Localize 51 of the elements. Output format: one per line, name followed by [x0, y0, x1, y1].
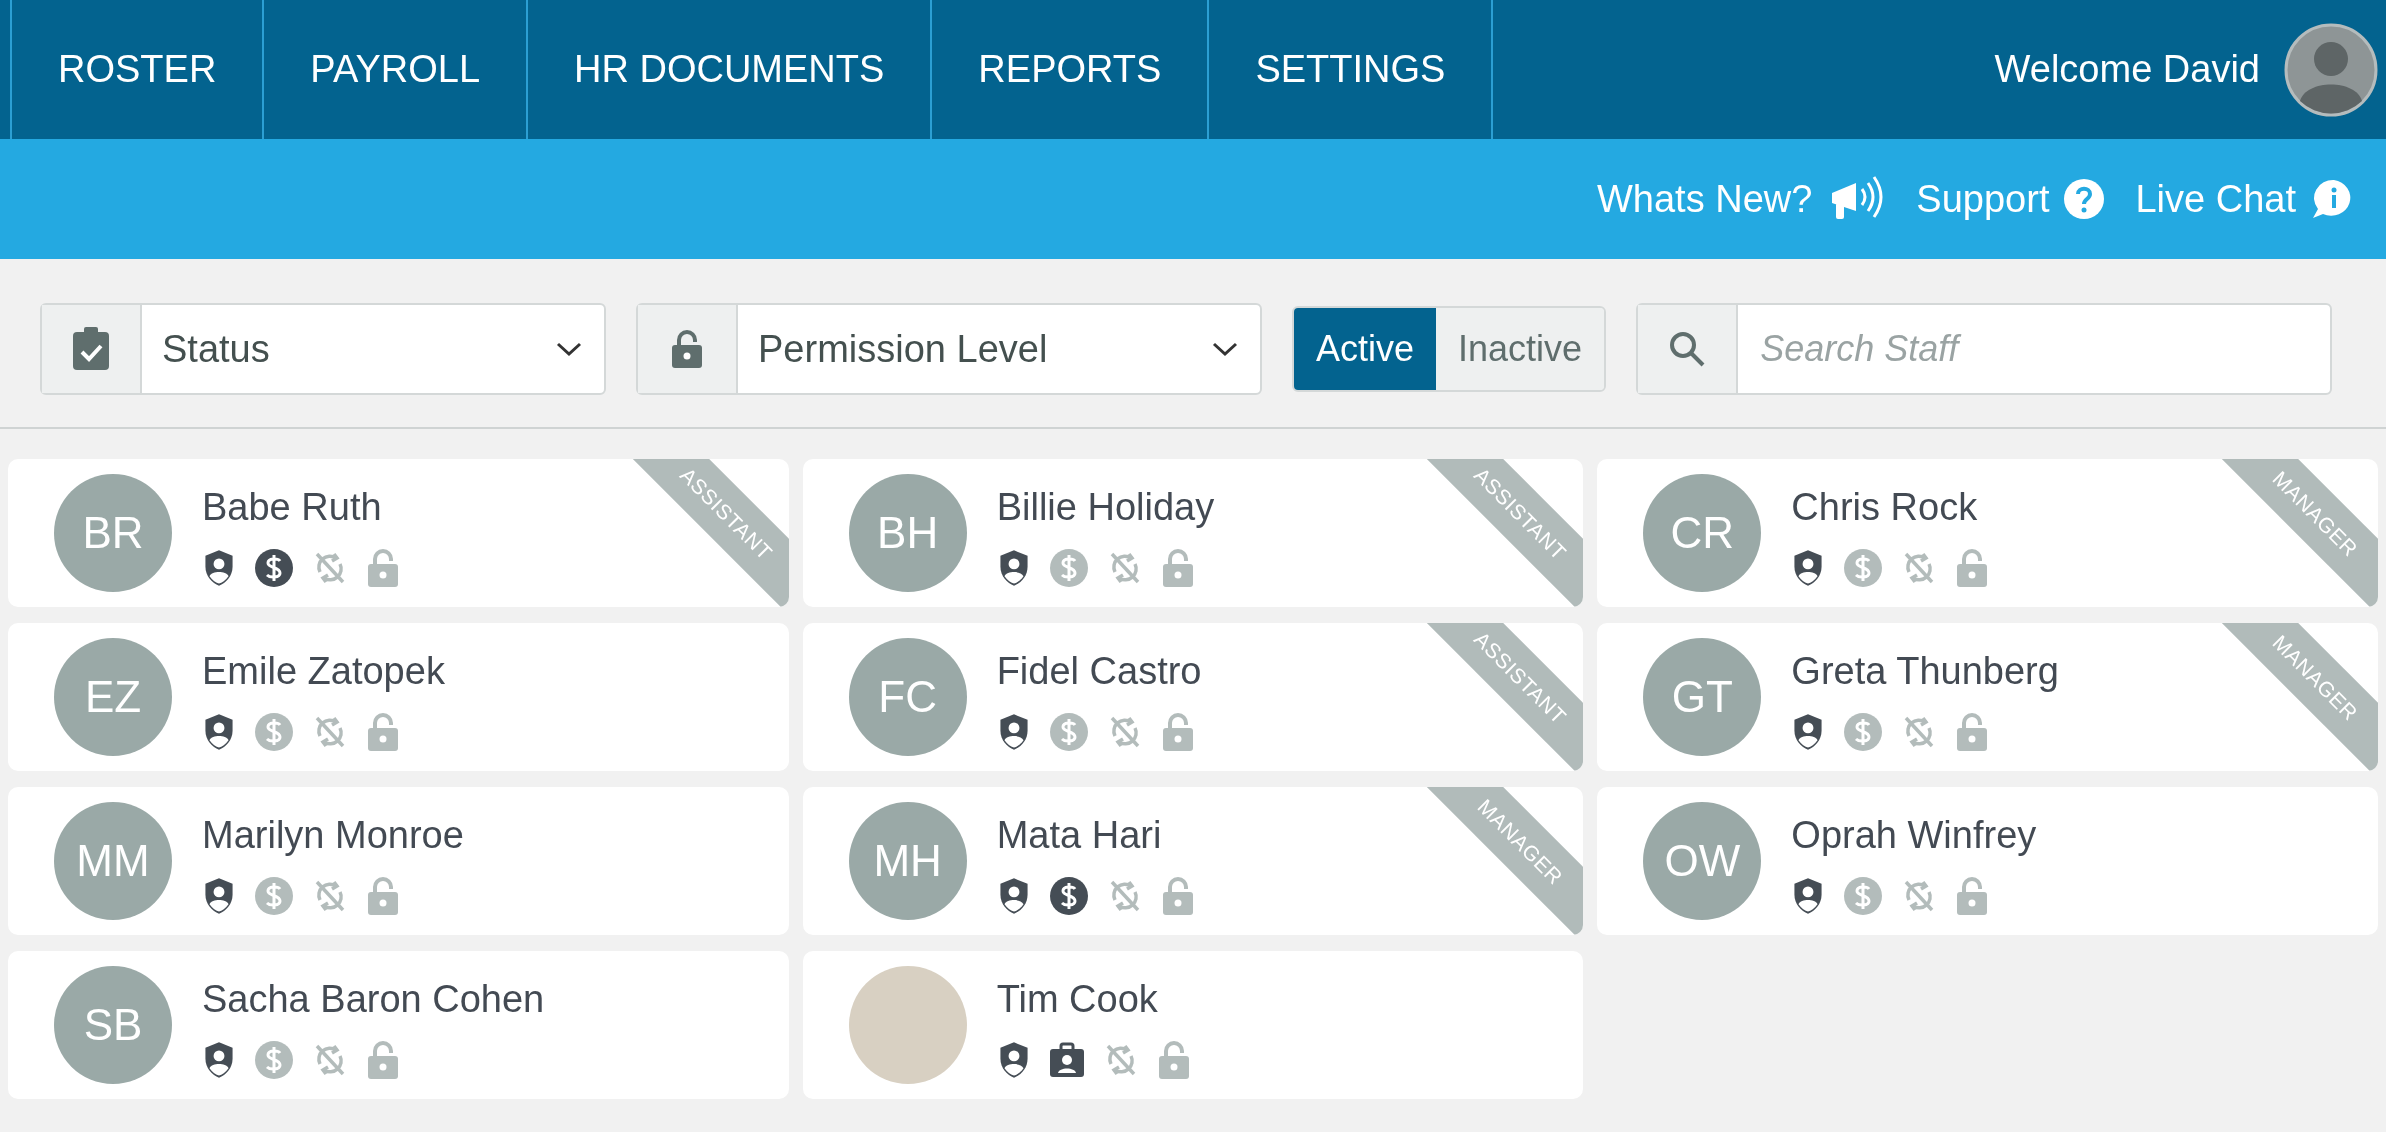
avatar-initials: MM	[54, 802, 172, 920]
permission-level-select[interactable]: Permission Level	[636, 303, 1262, 395]
avatar-initials: GT	[1643, 638, 1762, 756]
avatar-initials: SB	[54, 966, 172, 1084]
status-select[interactable]: Status	[40, 303, 606, 395]
lock-icon	[366, 711, 400, 752]
lock-icon	[1160, 711, 1195, 752]
avatar-initials: BR	[54, 474, 172, 592]
lock-icon	[1955, 547, 1990, 588]
lock-icon	[1160, 875, 1195, 916]
lock-icon	[1160, 547, 1195, 588]
staff-name: Oprah Winfrey	[1791, 812, 2037, 858]
user-avatar-icon[interactable]	[2284, 22, 2378, 117]
staff-card[interactable]: Tim Cook	[802, 951, 1584, 1099]
clipboard-check-icon	[71, 326, 111, 372]
lock-icon	[1955, 875, 1990, 916]
staff-card[interactable]: SB Sacha Baron Cohen	[8, 951, 789, 1099]
avatar-initials: MH	[848, 802, 967, 920]
avatar-initials: CR	[1643, 474, 1762, 592]
lock-icon	[1156, 1039, 1191, 1080]
staff-name: Mata Hari	[996, 812, 1163, 858]
staff-name: Sacha Baron Cohen	[202, 976, 545, 1022]
lock-icon	[366, 1039, 400, 1080]
shield-user-icon	[202, 1040, 236, 1079]
welcome-text: Welcome David	[1994, 47, 2260, 92]
shield-user-icon	[202, 548, 236, 587]
staff-card[interactable]: EZ Emile Zatopek	[8, 623, 789, 771]
shield-user-icon	[202, 876, 236, 915]
search-box[interactable]: Search Staff	[1636, 303, 2333, 395]
search-field[interactable]: Search Staff	[1738, 305, 2331, 393]
staff-name: Chris Rock	[1791, 484, 1979, 530]
staff-name: Tim Cook	[996, 976, 1159, 1022]
avatar-initials: FC	[848, 638, 967, 756]
staff-name: Emile Zatopek	[202, 648, 445, 694]
lock-icon	[1955, 711, 1990, 752]
staff-name: Greta Thunberg	[1791, 648, 2059, 694]
shield-user-icon	[202, 712, 236, 751]
staff-name: Marilyn Monroe	[202, 812, 464, 858]
avatar-initials: BH	[848, 474, 967, 592]
staff-name: Babe Ruth	[202, 484, 383, 530]
lock-icon	[366, 875, 400, 916]
staff-card[interactable]: MM Marilyn Monroe	[8, 787, 789, 935]
lock-icon	[366, 547, 400, 588]
staff-card[interactable]: OW Oprah Winfrey	[1597, 787, 2378, 935]
avatar-initials: EZ	[54, 638, 172, 756]
staff-name: Fidel Castro	[996, 648, 1202, 694]
staff-name: Billie Holiday	[996, 484, 1215, 530]
avatar-initials: OW	[1643, 802, 1762, 920]
padlock-icon	[670, 329, 704, 369]
status-toggle[interactable]: Active	[1294, 308, 1437, 390]
help-icon	[2063, 178, 2106, 220]
